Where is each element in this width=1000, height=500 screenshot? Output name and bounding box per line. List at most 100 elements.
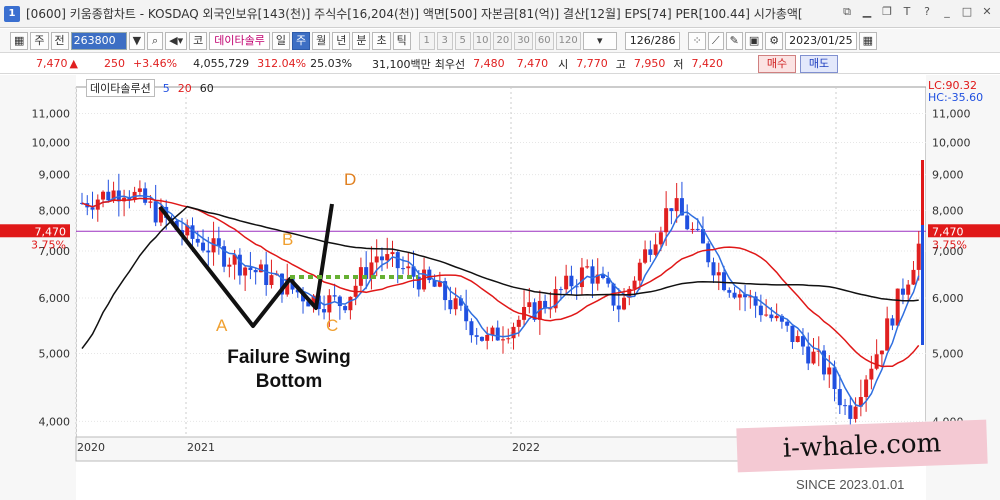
candle-body xyxy=(811,351,816,364)
candle-body xyxy=(674,198,679,212)
legend-ma20: 20 xyxy=(177,81,192,95)
tab-year[interactable]: 년 xyxy=(332,31,351,50)
x-tick-label: 2021 xyxy=(187,441,215,454)
y-tick-label-left: 9,000 xyxy=(39,169,71,182)
interval-30[interactable]: 30 xyxy=(514,31,533,50)
candle-body xyxy=(516,319,521,327)
candle-body xyxy=(622,297,627,310)
candle-body xyxy=(727,290,732,293)
ko-button[interactable]: 코 xyxy=(189,31,208,50)
tab-day[interactable]: 일 xyxy=(271,31,290,50)
search-icon[interactable]: ⌕ xyxy=(147,31,164,50)
candle-body xyxy=(148,201,153,203)
candle-body xyxy=(658,232,663,245)
buy-button[interactable]: 매수 xyxy=(758,55,796,73)
jeon-button[interactable]: 전 xyxy=(50,31,69,50)
stock-code-input[interactable]: 263800 xyxy=(70,31,127,50)
candle-body xyxy=(664,208,669,233)
candle-body xyxy=(227,264,232,267)
candle-body xyxy=(632,280,637,289)
candle-body xyxy=(885,318,890,351)
candle-body xyxy=(764,314,769,316)
candle-body xyxy=(711,262,716,276)
y-tick-label-right: 10,000 xyxy=(932,136,971,149)
candle-body xyxy=(269,275,274,286)
interval-dropdown[interactable]: ▾ xyxy=(582,31,617,50)
candle-body xyxy=(774,315,779,319)
point-d-label: D xyxy=(344,170,357,189)
interval-60[interactable]: 60 xyxy=(534,31,554,50)
date-field[interactable]: 2023/01/25 xyxy=(785,31,857,50)
chart-tool-icon[interactable]: ⟋ xyxy=(707,31,724,50)
interval-5[interactable]: 5 xyxy=(454,31,471,50)
code-dropdown-icon[interactable]: ▼ xyxy=(128,31,146,50)
y-tick-label-right: 9,000 xyxy=(932,169,964,182)
legend-ma5: 5 xyxy=(162,81,170,95)
candle-body xyxy=(206,250,211,253)
candle-body xyxy=(590,266,595,284)
calendar-icon[interactable]: ▦ xyxy=(858,31,877,50)
candle-body xyxy=(579,267,584,288)
trade-value: 31,100백만 xyxy=(372,57,431,71)
restore-icon[interactable]: ❐ xyxy=(880,5,894,19)
candle-body xyxy=(527,302,532,307)
current-price: 7,470 xyxy=(36,57,68,70)
candle-body xyxy=(422,269,427,290)
candle-body xyxy=(201,242,206,251)
speaker-icon[interactable]: ◀▾ xyxy=(165,31,188,50)
close-button[interactable]: ✕ xyxy=(980,5,994,19)
candle-body xyxy=(495,327,500,341)
point-b-label: B xyxy=(282,230,294,249)
period-select[interactable]: 주 xyxy=(30,31,49,50)
chart-window: 1 [0600] 키움종합차트 - KOSDAQ 외국인보유[143(천)] 주… xyxy=(0,0,1000,500)
interval-1[interactable]: 1 xyxy=(418,31,435,50)
stock-name-field[interactable]: 데이타솔루 xyxy=(209,31,270,50)
candle-body xyxy=(737,294,742,298)
gear-icon[interactable]: ⚙ xyxy=(765,31,784,50)
candle-body xyxy=(564,275,569,290)
candle-body xyxy=(322,309,327,313)
candle-body xyxy=(379,256,384,261)
candle-body xyxy=(153,201,158,223)
tab-week[interactable]: 주 xyxy=(291,31,311,50)
candle-body xyxy=(237,254,242,276)
candle-body xyxy=(469,321,474,336)
window-title: [0600] 키움종합차트 - KOSDAQ 외국인보유[143(천)] 주식수… xyxy=(26,7,803,21)
edit-icon[interactable]: ✎ xyxy=(725,31,743,50)
tab-month[interactable]: 월 xyxy=(312,31,331,50)
interval-20[interactable]: 20 xyxy=(493,31,513,50)
minimize-button[interactable]: _ xyxy=(940,5,954,19)
link-icon[interactable]: ⧉ xyxy=(840,5,854,19)
candle-body xyxy=(248,267,253,271)
grid-icon[interactable]: ⁘ xyxy=(688,31,706,50)
tab-tick[interactable]: 틱 xyxy=(392,31,411,50)
interval-10[interactable]: 10 xyxy=(472,31,492,50)
candle-body xyxy=(706,243,711,263)
candle-body xyxy=(900,288,905,295)
tab-minute[interactable]: 분 xyxy=(352,31,371,50)
window-controls: ⧉ ▁ ❐ T ? _ □ ✕ xyxy=(840,5,994,19)
chart-menu-icon[interactable]: ▦ xyxy=(10,31,29,50)
low-label: 저 xyxy=(673,57,684,71)
legend-stock-name: 데이타솔루션 xyxy=(86,79,155,97)
bar-count-field[interactable]: 126/286 xyxy=(624,31,681,50)
maximize-button[interactable]: □ xyxy=(960,5,974,19)
help-icon[interactable]: ? xyxy=(920,5,934,19)
sell-button[interactable]: 매도 xyxy=(800,55,838,73)
low-price: 7,420 xyxy=(691,57,724,70)
tab-second[interactable]: 초 xyxy=(372,31,391,50)
candle-body xyxy=(395,252,400,269)
right-price-tag-text: 7,470 xyxy=(932,225,964,238)
volume: 4,055,729 xyxy=(193,57,250,70)
y-tick-label-left: 6,000 xyxy=(39,292,71,305)
candle-body xyxy=(501,339,505,341)
interval-120[interactable]: 120 xyxy=(555,31,581,50)
candle-body xyxy=(690,228,695,230)
save-icon[interactable]: ▣ xyxy=(744,31,764,50)
candle-body xyxy=(585,266,590,268)
minimize-icon[interactable]: ▁ xyxy=(860,5,874,19)
pin-icon[interactable]: T xyxy=(900,5,914,19)
high-price: 7,950 xyxy=(633,57,666,70)
candle-body xyxy=(637,262,642,281)
interval-3[interactable]: 3 xyxy=(436,31,453,50)
